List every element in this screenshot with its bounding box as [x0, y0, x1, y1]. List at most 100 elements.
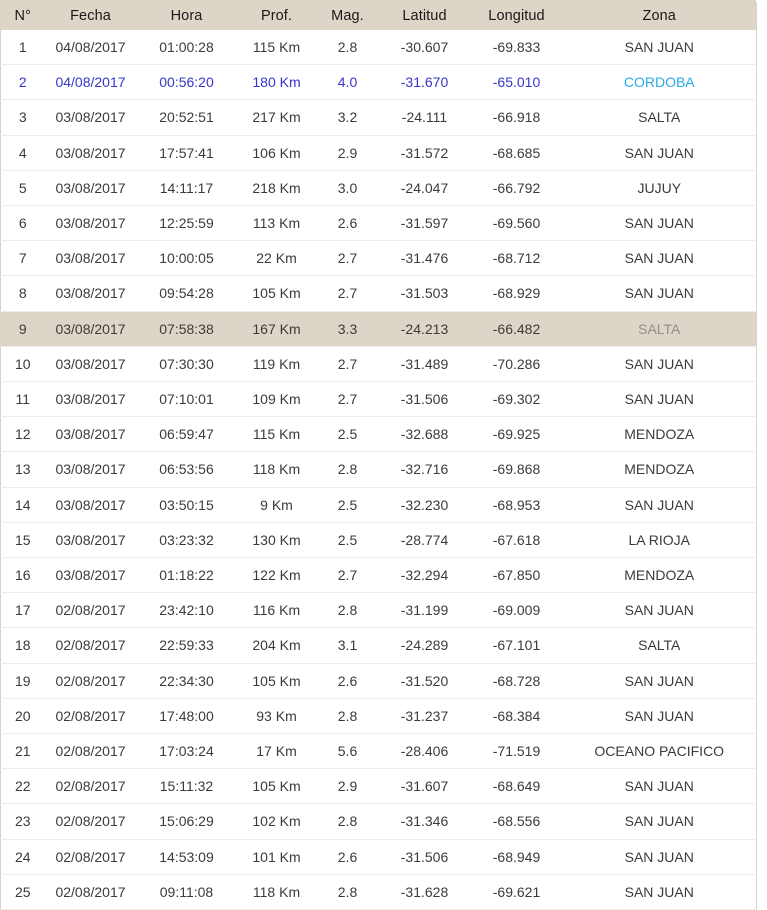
cell-lat: -32.716	[400, 461, 449, 478]
table-row[interactable]: 25 02/08/2017 09:11:08 118 Km 2.8 -31.628 -69.…	[0, 874, 757, 910]
table-row[interactable]: 7 03/08/2017 10:00:05 22 Km 2.7 -31.476 -68.71…	[0, 240, 757, 276]
table-header-row: N° Fecha Hora Prof. Mag. Latitud Longitud Zona	[0, 2, 757, 30]
table-row[interactable]: 21 02/08/2017 17:03:24 17 Km 5.6 -28.406 -71.5…	[0, 733, 757, 769]
cell-mag: 3.1	[337, 637, 358, 654]
table-row[interactable]: 22 02/08/2017 15:11:32 105 Km 2.9 -31.607 -68.…	[0, 768, 757, 804]
cell-hora: 03:23:32	[159, 531, 214, 548]
cell-zona: SAN JUAN	[624, 813, 694, 830]
cell-lon: -67.101	[492, 637, 541, 654]
table-row[interactable]: 17 02/08/2017 23:42:10 116 Km 2.8 -31.199 -69.…	[0, 592, 757, 628]
table-row[interactable]: 11 03/08/2017 07:10:01 109 Km 2.7 -31.506 -69.…	[0, 381, 757, 417]
column-header-hora[interactable]: Hora	[137, 2, 237, 30]
cell-num: 4	[18, 144, 27, 161]
cell-fecha: 02/08/2017	[55, 778, 126, 795]
table-row[interactable]: 13 03/08/2017 06:53:56 118 Km 2.8 -32.716 -69.…	[0, 451, 757, 488]
table-row[interactable]: 2 04/08/2017 00:56:20 180 Km 4.0 -31.670 -65.0…	[0, 64, 757, 100]
cell-hora: 17:48:00	[159, 707, 214, 724]
cell-fecha: 02/08/2017	[55, 883, 126, 900]
cell-num: 7	[18, 250, 27, 267]
cell-mag: 2.8	[337, 602, 358, 619]
cell-lon: -69.009	[492, 602, 541, 619]
column-header-mag[interactable]: Mag.	[317, 2, 379, 30]
cell-zona: SAN JUAN	[624, 355, 694, 372]
cell-lat: -31.607	[400, 778, 449, 795]
cell-mag: 3.0	[337, 179, 358, 196]
cell-zona: SAN JUAN	[624, 672, 694, 689]
table-row[interactable]: 3 03/08/2017 20:52:51 217 Km 3.2 -24.111 -66.9…	[0, 99, 757, 136]
cell-fecha: 03/08/2017	[55, 461, 126, 478]
cell-fecha: 04/08/2017	[55, 39, 126, 55]
cell-hora: 22:59:33	[159, 637, 214, 654]
cell-mag: 2.8	[337, 813, 358, 830]
cell-lon: -69.925	[492, 426, 541, 443]
cell-prof: 105 Km	[252, 285, 301, 302]
cell-prof: 167 Km	[252, 320, 301, 337]
table-row[interactable]: 24 02/08/2017 14:53:09 101 Km 2.6 -31.506 -68.…	[0, 839, 757, 875]
cell-hora: 01:18:22	[159, 567, 214, 584]
cell-lat: -24.213	[400, 320, 449, 337]
cell-num: 10	[14, 355, 31, 372]
table-row[interactable]: 9 03/08/2017 07:58:38 167 Km 3.3 -24.213 -66.4…	[0, 311, 757, 347]
cell-hora: 07:58:38	[159, 320, 214, 337]
cell-num: 5	[18, 179, 27, 196]
cell-zona: CORDOBA	[623, 74, 695, 91]
cell-mag: 4.0	[337, 74, 358, 91]
cell-zona: SALTA	[638, 320, 681, 337]
cell-zona: JUJUY	[637, 179, 682, 196]
table-row[interactable]: 18 02/08/2017 22:59:33 204 Km 3.1 -24.289 -67.…	[0, 627, 757, 664]
cell-prof: 106 Km	[252, 144, 301, 161]
cell-prof: 180 Km	[252, 74, 301, 91]
cell-fecha: 02/08/2017	[55, 637, 126, 654]
cell-lon: -68.685	[492, 144, 541, 161]
table-row[interactable]: 16 03/08/2017 01:18:22 122 Km 2.7 -32.294 -67.…	[0, 557, 757, 593]
cell-hora: 07:10:01	[159, 391, 214, 408]
table-row[interactable]: 23 02/08/2017 15:06:29 102 Km 2.8 -31.346 -68.…	[0, 803, 757, 840]
column-header-prof[interactable]: Prof.	[237, 2, 317, 30]
cell-prof: 105 Km	[252, 672, 301, 689]
cell-mag: 2.7	[337, 285, 358, 302]
cell-lon: -68.556	[492, 813, 541, 830]
column-header-zona[interactable]: Zona	[563, 2, 757, 30]
cell-zona: SAN JUAN	[624, 496, 694, 513]
cell-prof: 102 Km	[252, 813, 301, 830]
table-row[interactable]: 19 02/08/2017 22:34:30 105 Km 2.6 -31.520 -68.…	[0, 663, 757, 699]
table-row[interactable]: 4 03/08/2017 17:57:41 106 Km 2.9 -31.572 -68.6…	[0, 135, 757, 171]
column-header-lat[interactable]: Latitud	[379, 2, 471, 30]
cell-num: 3	[18, 109, 27, 126]
cell-zona: SAN JUAN	[624, 39, 694, 55]
cell-mag: 3.3	[337, 320, 358, 337]
column-header-lon[interactable]: Longitud	[471, 2, 563, 30]
table-row[interactable]: 15 03/08/2017 03:23:32 130 Km 2.5 -28.774 -67.…	[0, 522, 757, 558]
cell-hora: 01:00:28	[159, 39, 214, 55]
cell-hora: 09:54:28	[159, 285, 214, 302]
cell-num: 18	[14, 637, 31, 654]
cell-hora: 22:34:30	[159, 672, 214, 689]
table-row[interactable]: 20 02/08/2017 17:48:00 93 Km 2.8 -31.237 -68.3…	[0, 698, 757, 734]
cell-fecha: 03/08/2017	[55, 496, 126, 513]
cell-num: 24	[14, 848, 31, 865]
cell-hora: 10:00:05	[159, 250, 214, 267]
table-row[interactable]: 1 04/08/2017 01:00:28 115 Km 2.8 -30.607 -69.8…	[0, 30, 757, 65]
cell-lon: -68.384	[492, 707, 541, 724]
cell-lat: -24.047	[400, 179, 449, 196]
cell-fecha: 03/08/2017	[55, 179, 126, 196]
cell-lon: -66.792	[492, 179, 541, 196]
cell-mag: 2.7	[337, 391, 358, 408]
table-row[interactable]: 6 03/08/2017 12:25:59 113 Km 2.6 -31.597 -69.5…	[0, 205, 757, 241]
table-row[interactable]: 14 03/08/2017 03:50:15 9 Km 2.5 -32.230 -68.95…	[0, 487, 757, 523]
table-row[interactable]: 5 03/08/2017 14:11:17 218 Km 3.0 -24.047 -66.7…	[0, 170, 757, 206]
cell-lon: -68.929	[492, 285, 541, 302]
cell-lon: -70.286	[492, 355, 541, 372]
column-header-num[interactable]: N°	[1, 2, 45, 30]
table-row[interactable]: 8 03/08/2017 09:54:28 105 Km 2.7 -31.503 -68.9…	[0, 275, 757, 312]
cell-zona: SAN JUAN	[624, 883, 694, 900]
column-header-fecha[interactable]: Fecha	[45, 2, 137, 30]
cell-fecha: 03/08/2017	[55, 426, 126, 443]
cell-hora: 17:57:41	[159, 144, 214, 161]
cell-mag: 2.7	[337, 250, 358, 267]
cell-hora: 15:06:29	[159, 813, 214, 830]
cell-zona: SAN JUAN	[624, 707, 694, 724]
table-row[interactable]: 12 03/08/2017 06:59:47 115 Km 2.5 -32.688 -69.…	[0, 416, 757, 452]
table-row[interactable]: 10 03/08/2017 07:30:30 119 Km 2.7 -31.489 -70.…	[0, 346, 757, 382]
cell-fecha: 03/08/2017	[55, 320, 126, 337]
